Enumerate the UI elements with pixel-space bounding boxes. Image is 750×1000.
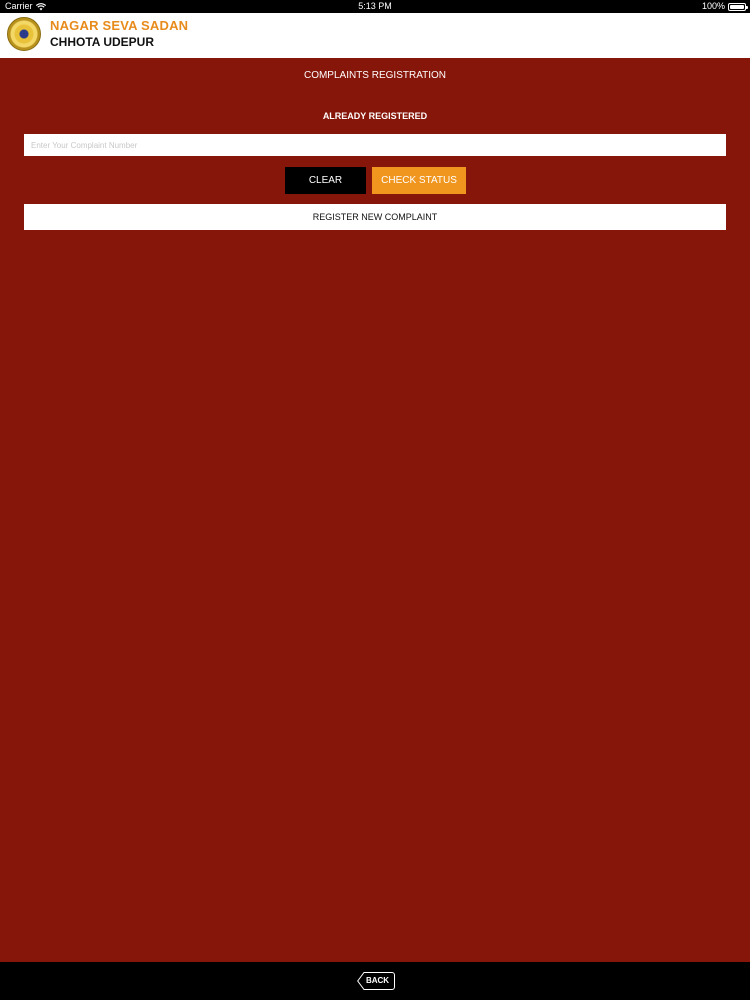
page-title: COMPLAINTS REGISTRATION [303,70,447,81]
battery-percent: 100% [701,1,725,11]
status-bar: Carrier 5:13 PM 100% [0,0,750,13]
complaint-number-input[interactable] [24,134,726,156]
municipality-logo [7,17,41,51]
bottom-toolbar: BACK [0,962,750,1000]
clear-button[interactable]: CLEAR [285,167,366,194]
check-status-button[interactable]: CHECK STATUS [372,167,466,194]
back-button[interactable]: BACK [357,972,395,990]
register-new-complaint-button[interactable]: REGISTER NEW COMPLAINT [24,204,726,230]
app-title: NAGAR SEVA SADAN [50,18,189,33]
app-header: NAGAR SEVA SADAN CHHOTA UDEPUR [0,13,750,58]
already-registered-label: ALREADY REGISTERED [322,111,428,121]
back-label: BACK [365,976,390,985]
app-subtitle: CHHOTA UDEPUR [50,35,154,49]
status-time: 5:13 PM [358,1,392,11]
battery-icon [728,2,748,11]
battery-indicator: 100% [701,0,748,13]
